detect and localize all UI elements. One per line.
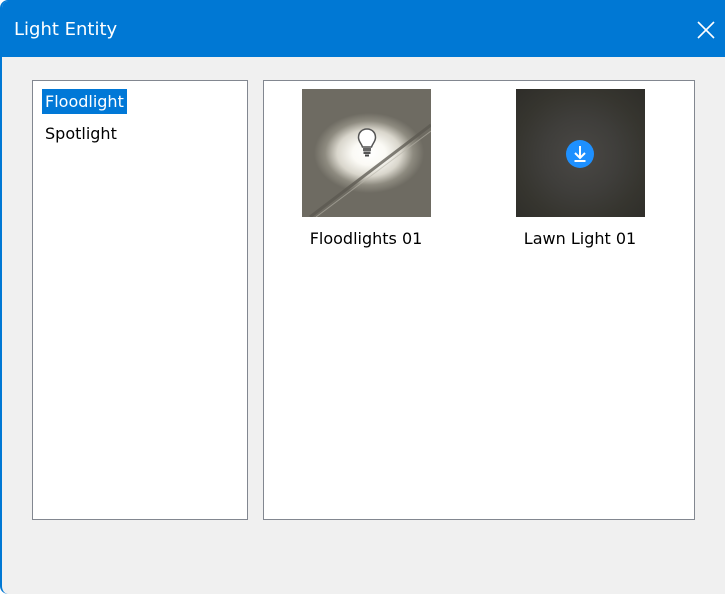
category-list[interactable]: Floodlight Spotlight: [32, 80, 248, 520]
window-title: Light Entity: [14, 19, 118, 40]
gallery-item-label: Lawn Light 01: [523, 229, 637, 248]
floodlights-thumbnail: [302, 89, 431, 217]
title-bar[interactable]: Light Entity: [2, 1, 725, 57]
download-icon[interactable]: [564, 138, 596, 170]
close-button[interactable]: [687, 9, 725, 51]
light-entity-dialog: Light Entity Floodlight Spotlight Floodl…: [0, 0, 725, 594]
gallery-item-floodlights-01[interactable]: Floodlights 01: [264, 89, 444, 259]
category-item-floodlight[interactable]: Floodlight: [42, 89, 127, 114]
gallery-item-lawn-light-01[interactable]: Lawn Light 01: [478, 89, 658, 259]
lightbulb-icon: [357, 128, 377, 157]
light-gallery: Floodlights 01 Lawn Light 01: [263, 80, 695, 520]
lawn-light-thumbnail: [516, 89, 645, 217]
category-item-spotlight[interactable]: Spotlight: [42, 121, 120, 146]
close-icon: [697, 21, 715, 39]
gallery-item-label: Floodlights 01: [309, 229, 423, 248]
